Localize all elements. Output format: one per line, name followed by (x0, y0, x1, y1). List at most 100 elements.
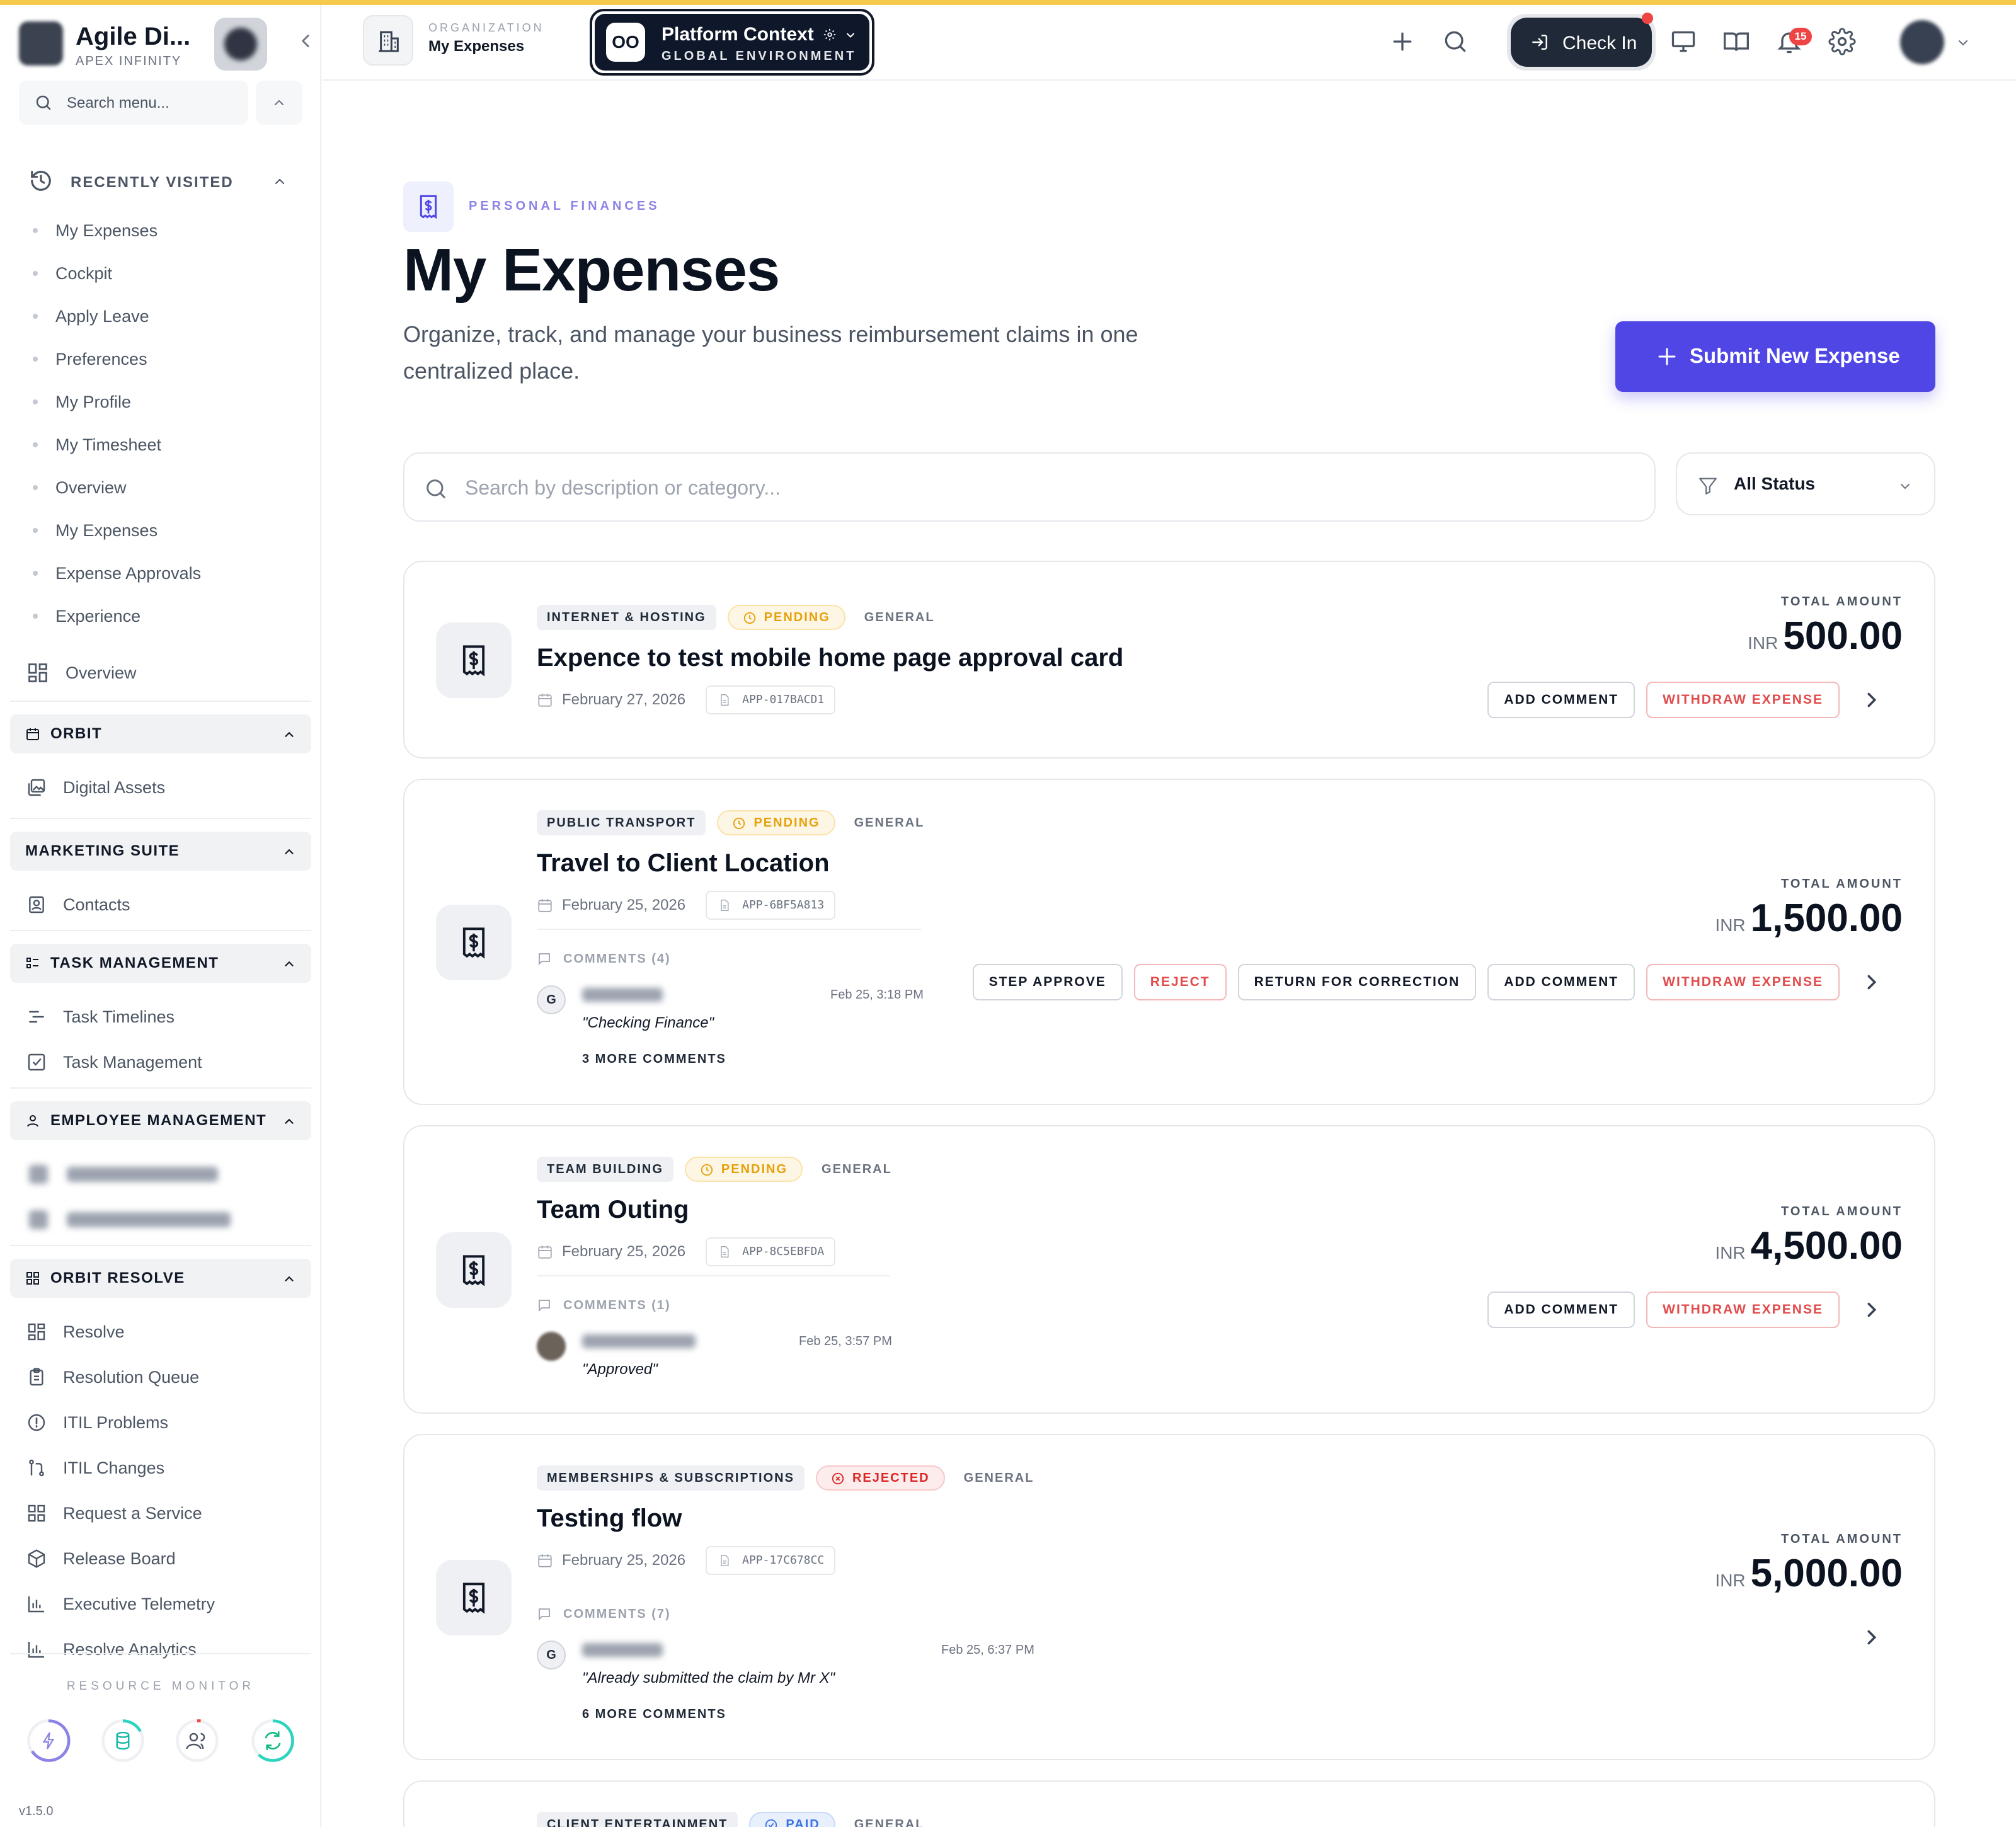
expense-date: February 25, 2026 (562, 1243, 686, 1260)
clock-icon (701, 1164, 713, 1176)
sidebar-item-task-timelines[interactable]: Task Timelines (26, 998, 304, 1036)
recently-visited-title: RECENTLY VISITED (71, 174, 234, 191)
withdraw-expense-button[interactable]: WITHDRAW EXPENSE (1646, 682, 1840, 718)
comments-header[interactable]: COMMENTS (1) (537, 1298, 671, 1313)
total-amount-label: TOTAL AMOUNT (1780, 877, 1903, 891)
add-comment-button[interactable]: ADD COMMENT (1487, 1292, 1635, 1328)
monitor-icon[interactable] (1670, 28, 1697, 55)
status-filter-select[interactable]: All Status (1676, 452, 1935, 515)
withdraw-expense-button[interactable]: WITHDRAW EXPENSE (1646, 964, 1840, 1000)
sidebar-search-toggle[interactable] (256, 81, 302, 125)
clipboard-icon (30, 1368, 43, 1386)
sidebar-item-label: ITIL Changes (63, 1458, 165, 1477)
recently-visited-header[interactable]: RECENTLY VISITED (29, 166, 294, 197)
section-marketing-suite[interactable]: MARKETING SUITE (10, 832, 311, 871)
chevron-right-icon[interactable] (1860, 1625, 1884, 1649)
plus-icon (1658, 348, 1676, 365)
expense-card[interactable]: CLIENT ENTERTAINMENT PAID GENERAL (403, 1780, 1935, 1827)
expense-card[interactable]: PUBLIC TRANSPORT PENDING GENERAL Travel … (403, 779, 1935, 1105)
divider (10, 701, 311, 702)
sidebar-item-contacts[interactable]: Contacts (26, 886, 304, 924)
submit-new-expense-label: Submit New Expense (1690, 344, 1900, 367)
divider (10, 818, 311, 819)
sync-ring[interactable] (249, 1717, 296, 1764)
add-comment-button[interactable]: ADD COMMENT (1487, 682, 1635, 718)
user-avatar[interactable] (1900, 20, 1944, 64)
plus-icon[interactable] (1389, 28, 1416, 55)
collapse-sidebar-button[interactable] (295, 30, 316, 57)
withdraw-expense-button[interactable]: WITHDRAW EXPENSE (1646, 1292, 1840, 1328)
chevron-right-icon[interactable] (1860, 970, 1884, 994)
expense-card[interactable]: MEMBERSHIPS & SUBSCRIPTIONS REJECTED GEN… (403, 1434, 1935, 1760)
expense-app-id: APP-17C678CC (706, 1546, 836, 1575)
sidebar-item-overview[interactable]: Overview (26, 654, 304, 692)
sidebar-item-resolution-queue[interactable]: Resolution Queue (26, 1358, 304, 1396)
section-orbit[interactable]: ORBIT (10, 714, 311, 753)
divider (537, 929, 921, 930)
organization-icon[interactable] (363, 15, 413, 66)
dashboard-icon (28, 663, 47, 682)
dashboard-icon (28, 1323, 45, 1341)
more-comments-link[interactable]: 6 MORE COMMENTS (582, 1707, 726, 1722)
sidebar-item-executive-telemetry[interactable]: Executive Telemetry (26, 1585, 304, 1623)
redacted-nav-item[interactable] (29, 1162, 218, 1187)
chevron-right-icon[interactable] (1860, 1298, 1884, 1322)
check-in-button[interactable]: Check In (1507, 14, 1656, 71)
expense-card[interactable]: TEAM BUILDING PENDING GENERAL Team Outin… (403, 1125, 1935, 1414)
sidebar-item-itil-changes[interactable]: ITIL Changes (26, 1449, 304, 1487)
sidebar-item-request-service[interactable]: Request a Service (26, 1494, 304, 1532)
calendar-icon (538, 899, 552, 912)
storage-ring[interactable] (100, 1717, 146, 1764)
expense-tags: MEMBERSHIPS & SUBSCRIPTIONS REJECTED GEN… (537, 1465, 1034, 1491)
sidebar-item-task-management[interactable]: Task Management (26, 1043, 304, 1081)
user-icon (27, 1115, 38, 1127)
recent-item[interactable]: Preferences (33, 338, 201, 381)
comments-header[interactable]: COMMENTS (7) (537, 1606, 671, 1622)
recent-item[interactable]: My Expenses (33, 209, 201, 252)
section-employee-management[interactable]: EMPLOYEE MANAGEMENT (10, 1101, 311, 1140)
section-task-management[interactable]: TASK MANAGEMENT (10, 944, 311, 983)
comment-icon (539, 1300, 550, 1312)
recent-item[interactable]: Overview (33, 466, 201, 509)
return-for-correction-button[interactable]: RETURN FOR CORRECTION (1237, 964, 1477, 1000)
recent-item[interactable]: Apply Leave (33, 295, 201, 338)
platform-context-switcher[interactable]: OO Platform Context GLOBAL ENVIRONMENT (590, 9, 874, 76)
organization-value[interactable]: My Expenses (428, 38, 524, 55)
recent-item[interactable]: My Timesheet (33, 423, 201, 466)
chevron-down-icon[interactable] (1956, 35, 1971, 50)
chevron-right-icon[interactable] (1860, 688, 1884, 712)
recent-item[interactable]: Experience (33, 595, 201, 638)
step-approve-button[interactable]: STEP APPROVE (972, 964, 1123, 1000)
book-open-icon[interactable] (1722, 28, 1750, 55)
reject-button[interactable]: REJECT (1133, 964, 1227, 1000)
recent-item[interactable]: My Expenses (33, 509, 201, 552)
sidebar-search[interactable]: Search menu... (19, 81, 248, 125)
section-orbit-resolve[interactable]: ORBIT RESOLVE (10, 1259, 311, 1298)
workspace-avatar[interactable] (214, 18, 267, 71)
search-icon[interactable] (1441, 28, 1469, 55)
add-comment-button[interactable]: ADD COMMENT (1487, 964, 1635, 1000)
expense-actions: ADD COMMENT WITHDRAW EXPENSE (1487, 1292, 1840, 1328)
sidebar-item-resolve[interactable]: Resolve (26, 1313, 304, 1351)
settings-icon[interactable] (1828, 28, 1856, 55)
status-badge-text: PENDING (764, 610, 830, 624)
search-icon (427, 479, 445, 498)
recent-item[interactable]: Expense Approvals (33, 552, 201, 595)
receipt-dollar-icon (462, 1255, 485, 1286)
expense-card[interactable]: INTERNET & HOSTING PENDING GENERAL Expen… (403, 561, 1935, 759)
cpu-ring[interactable] (25, 1717, 72, 1764)
expense-search-input[interactable] (465, 472, 1599, 503)
expense-meta: February 25, 2026 APP-6BF5A813 (537, 891, 836, 920)
recent-item[interactable]: My Profile (33, 381, 201, 423)
users-ring[interactable] (174, 1717, 220, 1764)
sidebar-item-digital-assets[interactable]: Digital Assets (26, 769, 304, 806)
sidebar-item-itil-problems[interactable]: ITIL Problems (26, 1404, 304, 1441)
recent-item[interactable]: Cockpit (33, 252, 201, 295)
submit-new-expense-button[interactable]: Submit New Expense (1615, 321, 1935, 392)
sidebar-item-release-board[interactable]: Release Board (26, 1540, 304, 1578)
comment-text: "Already submitted the claim by Mr X" (582, 1670, 835, 1687)
sidebar-item-resolve-analytics[interactable]: Resolve Analytics (26, 1630, 304, 1668)
comments-header[interactable]: COMMENTS (4) (537, 951, 671, 966)
redacted-nav-item[interactable] (29, 1207, 231, 1232)
more-comments-link[interactable]: 3 MORE COMMENTS (582, 1052, 726, 1067)
